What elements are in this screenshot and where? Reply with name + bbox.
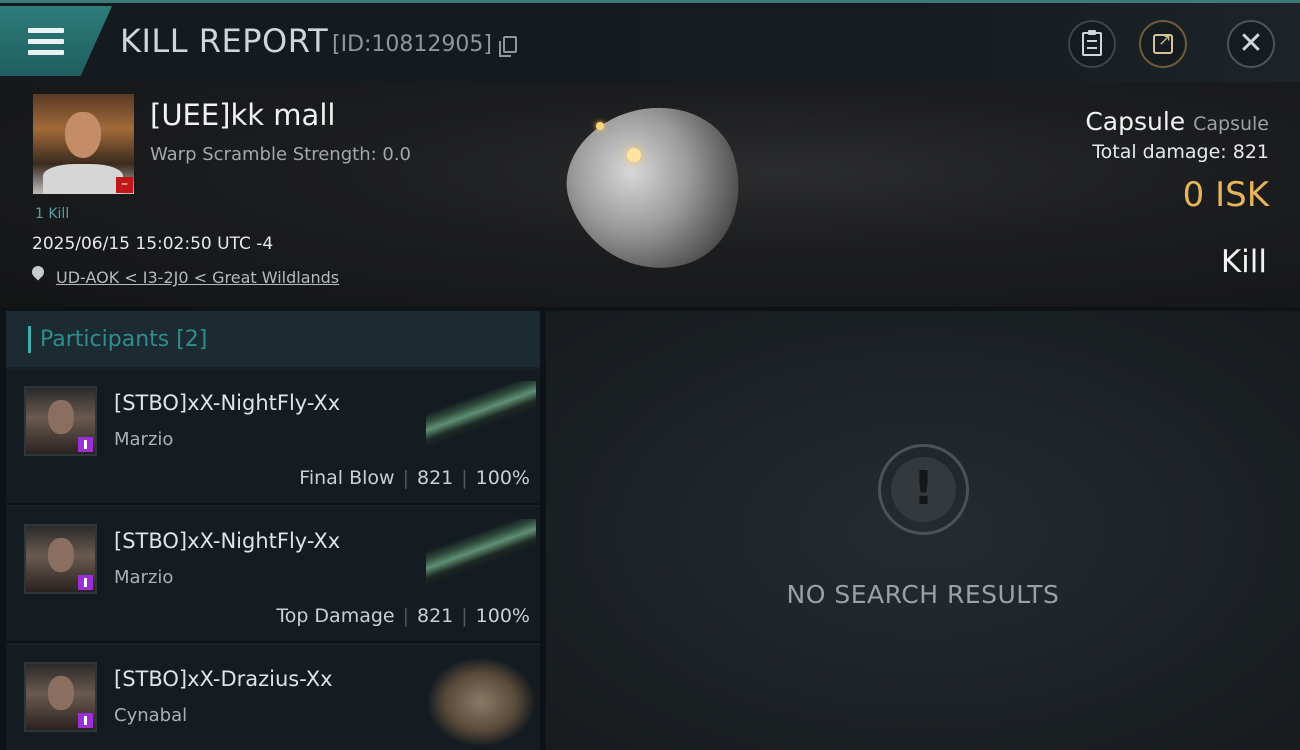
- divider: |: [461, 467, 468, 489]
- warp-scramble-strength: Warp Scramble Strength: 0.0: [150, 144, 412, 165]
- participant-name: [STBO]xX-NightFly-Xx: [114, 529, 341, 553]
- page-title: KILL REPORT: [120, 22, 329, 60]
- participant-percent: 100%: [475, 605, 530, 627]
- clipboard-icon: [1082, 30, 1102, 56]
- participant-avatar[interactable]: [24, 662, 97, 732]
- participant-stats: Final Blow | 821 | 100%: [299, 467, 530, 489]
- result-label: Kill: [1220, 244, 1267, 280]
- participant-damage: 821: [417, 467, 454, 489]
- kill-timestamp: 2025/06/15 15:02:50 UTC -4: [32, 234, 274, 254]
- participant-damage: 821: [417, 605, 454, 627]
- alert-icon: !: [878, 444, 969, 535]
- participant-avatar[interactable]: [24, 386, 97, 456]
- share-button[interactable]: [1139, 20, 1187, 68]
- participant-ship-image[interactable]: [426, 381, 536, 449]
- participant-corp: Marzio: [114, 567, 174, 588]
- participant-ship-image[interactable]: [426, 519, 536, 587]
- participant-corp: Cynabal: [114, 705, 188, 726]
- participant-role: Final Blow: [299, 467, 395, 489]
- participant-corp: Marzio: [114, 429, 174, 450]
- ship-type: Capsule Capsule: [1085, 107, 1269, 136]
- empty-state-text: NO SEARCH RESULTS: [786, 580, 1060, 609]
- ship-light: [596, 122, 604, 130]
- security-badge-icon: –: [116, 177, 133, 193]
- participant-row[interactable]: [STBO]xX-Drazius-Xx Cynabal: [6, 645, 540, 750]
- divider: |: [461, 605, 468, 627]
- participant-badge-icon: [78, 437, 93, 452]
- close-icon: ✕: [1238, 26, 1264, 61]
- ship-class: Capsule: [1193, 113, 1269, 135]
- participants-title: Participants [2]: [40, 327, 208, 352]
- participant-percent: 100%: [475, 467, 530, 489]
- location-link[interactable]: UD-AOK < I3-2J0 < Great Wildlands: [56, 268, 339, 287]
- participant-avatar[interactable]: [24, 524, 97, 594]
- section-accent-bar: [28, 326, 31, 353]
- divider: |: [402, 605, 409, 627]
- report-id: [ID:10812905]: [332, 32, 492, 57]
- participant-stats: Top Damage | 821 | 100%: [276, 605, 530, 627]
- kill-count: 1 Kill: [35, 206, 70, 222]
- participant-badge-icon: [78, 713, 93, 728]
- participant-name: [STBO]xX-Drazius-Xx: [114, 667, 333, 691]
- clipboard-button[interactable]: [1068, 20, 1116, 68]
- participant-row[interactable]: [STBO]xX-NightFly-Xx Marzio Final Blow | 8…: [6, 369, 540, 505]
- victim-name[interactable]: [UEE]kk mall: [150, 98, 335, 132]
- total-damage: Total damage: 821: [1092, 141, 1269, 163]
- isk-value: 0 ISK: [1182, 175, 1269, 215]
- participant-name: [STBO]xX-NightFly-Xx: [114, 391, 341, 415]
- participant-row[interactable]: [STBO]xX-NightFly-Xx Marzio Top Damage | 8…: [6, 507, 540, 643]
- share-icon: [1153, 30, 1173, 54]
- close-button[interactable]: ✕: [1227, 20, 1275, 68]
- hamburger-icon: [28, 28, 64, 56]
- participant-role: Top Damage: [276, 605, 395, 627]
- participant-badge-icon: [78, 575, 93, 590]
- copy-icon[interactable]: [499, 36, 517, 57]
- participant-ship-image[interactable]: [426, 657, 536, 747]
- ship-light: [627, 148, 641, 162]
- divider: |: [402, 467, 409, 489]
